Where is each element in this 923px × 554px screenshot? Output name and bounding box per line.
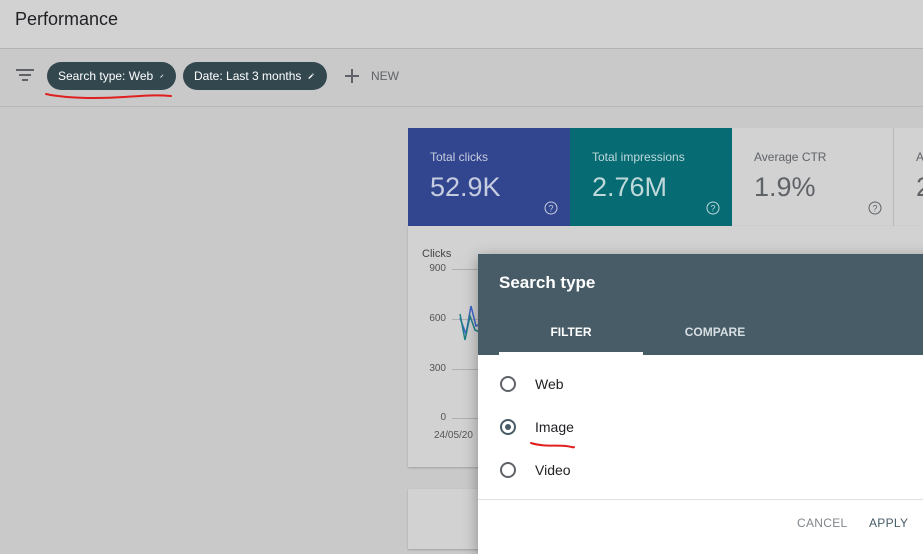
help-icon[interactable]: ? [544,201,558,215]
radio-button-selected[interactable] [500,419,516,435]
tab-filter[interactable]: FILTER [499,325,643,339]
red-underline-annotation [45,93,172,99]
help-icon[interactable]: ? [706,201,720,215]
search-type-chip-label: Search type: Web [58,69,154,83]
page-title: Performance [15,9,119,29]
y-tick-label: 600 [429,313,446,324]
tab-compare[interactable]: COMPARE [643,325,787,339]
new-filter-button[interactable]: NEW [345,66,399,86]
metric-title: A [916,150,923,164]
x-tick-label: 24/05/20 [434,430,473,441]
dialog-divider [478,499,923,500]
dialog-title: Search type [499,273,596,292]
filter-icon[interactable] [16,68,34,82]
edit-pencil-icon [160,74,164,78]
metric-card-total-impressions[interactable]: Total impressions 2.76M ? [570,128,732,226]
plus-icon [345,69,359,83]
radio-option-image[interactable]: Image [500,416,574,438]
radio-label: Video [535,462,571,478]
svg-text:?: ? [872,204,877,214]
radio-label: Web [535,376,564,392]
radio-button[interactable] [500,376,516,392]
metric-value: 2 [916,172,923,203]
search-type-dialog: Search type FILTER COMPARE Web Image Vid… [478,254,923,554]
chart-y-axis-title: Clicks [422,248,452,260]
metric-value: 52.9K [430,172,501,202]
apply-button[interactable]: APPLY [869,516,908,530]
y-tick-label: 0 [440,412,446,423]
help-icon[interactable]: ? [868,201,882,215]
radio-button[interactable] [500,462,516,478]
date-chip-label: Date: Last 3 months [194,69,302,83]
y-tick-label: 300 [429,363,446,374]
chart-lines [459,305,480,341]
svg-text:?: ? [548,204,553,214]
metric-value: 2.76M [592,172,668,202]
y-tick-label: 900 [429,263,446,274]
metric-title: Total impressions [592,150,685,164]
dialog-header: Search type FILTER COMPARE [478,254,923,355]
metric-card-average-position[interactable]: A 2 [894,128,923,226]
top-bar: Performance [0,0,923,49]
active-tab-indicator [499,352,643,355]
radio-label: Image [535,419,574,435]
edit-pencil-icon [308,73,315,79]
radio-option-video[interactable]: Video [500,459,571,481]
metric-value: 1.9% [754,172,816,202]
cancel-button[interactable]: CANCEL [797,516,847,530]
new-filter-label: NEW [371,69,399,83]
metric-card-average-ctr[interactable]: Average CTR 1.9% ? [732,128,894,226]
metric-title: Total clicks [430,150,489,164]
metric-card-total-clicks[interactable]: Total clicks 52.9K ? [408,128,570,226]
series-line-impressions [459,313,480,341]
date-chip[interactable]: Date: Last 3 months [183,62,327,90]
radio-option-web[interactable]: Web [500,373,564,395]
svg-text:?: ? [710,204,715,214]
metric-title: Average CTR [754,150,827,164]
search-type-chip[interactable]: Search type: Web [47,62,176,90]
red-underline-annotation [530,442,575,449]
